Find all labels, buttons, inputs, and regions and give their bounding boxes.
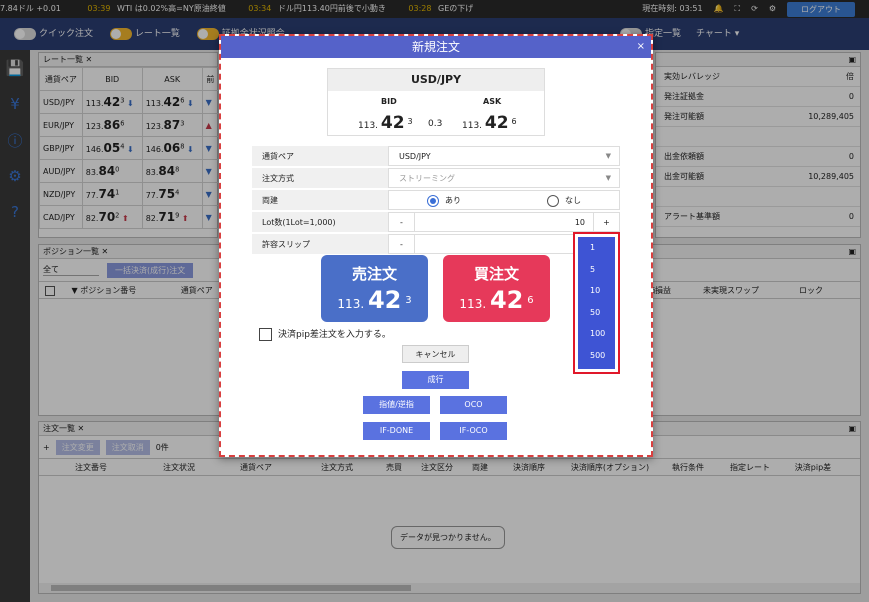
slip-row: 許容スリップ - (252, 234, 620, 255)
lot-options-list: 1 5 10 50 100 500 (578, 237, 615, 369)
dialog-title-bar: 新規注文 × (221, 36, 651, 58)
lot-input[interactable]: 10 (415, 213, 593, 231)
bid-label: BID (381, 97, 397, 106)
hedge-row: 両建 あり なし (252, 190, 620, 211)
lot-row: Lot数(1Lot=1,000) - 10 + (252, 212, 620, 233)
oco-button[interactable]: OCO (440, 396, 507, 414)
lot-options-dropdown: 1 5 10 50 100 500 (573, 232, 620, 374)
spread-value: 0.3 (428, 119, 443, 129)
method-row: 注文方式 ストリーミング ▼ (252, 168, 620, 189)
method-label: 注文方式 (252, 168, 388, 188)
lot-label: Lot数(1Lot=1,000) (252, 212, 388, 232)
lot-option[interactable]: 10 (578, 280, 615, 302)
pair-label: 通貨ペア (252, 146, 388, 166)
ifdone-button[interactable]: IF-DONE (363, 422, 430, 440)
lot-option[interactable]: 500 (578, 345, 615, 367)
quote-pair: USD/JPY (328, 69, 544, 91)
lot-option[interactable]: 5 (578, 259, 615, 281)
checkbox-icon (259, 328, 272, 341)
lot-minus-button[interactable]: - (389, 213, 415, 231)
slip-label: 許容スリップ (252, 234, 388, 254)
cancel-button[interactable]: キャンセル (402, 345, 469, 363)
quote-box: USD/JPY BID ASK 113. 42 3 0.3 113. 42 6 (327, 68, 545, 136)
slip-minus-button[interactable]: - (389, 235, 415, 254)
order-form: 通貨ペア USD/JPY ▼ 注文方式 ストリーミング ▼ 両建 あり なし Lot… (252, 146, 620, 256)
lot-option[interactable]: 50 (578, 302, 615, 324)
chevron-down-icon: ▼ (605, 152, 611, 160)
hedge-options: あり なし (388, 190, 620, 210)
method-select[interactable]: ストリーミング ▼ (388, 168, 620, 188)
chevron-down-icon: ▼ (605, 174, 611, 182)
ask-label: ASK (483, 97, 502, 106)
ask-price: 113. 42 6 (462, 113, 517, 133)
hedge-no-radio[interactable]: なし (547, 191, 581, 210)
pip-checkbox[interactable]: 決済pip差注文を入力する。 (259, 327, 391, 341)
ifoco-button[interactable]: IF-OCO (440, 422, 507, 440)
pair-row: 通貨ペア USD/JPY ▼ (252, 146, 620, 167)
pair-select[interactable]: USD/JPY ▼ (388, 146, 620, 166)
lot-option[interactable]: 1 (578, 237, 615, 259)
lot-plus-button[interactable]: + (593, 213, 619, 231)
bid-price: 113. 42 3 (358, 113, 413, 133)
market-order-button[interactable]: 成行 (402, 371, 469, 389)
lot-option[interactable]: 100 (578, 323, 615, 345)
buy-order-button[interactable]: 買注文 113. 42 6 (443, 255, 550, 322)
radio-icon (547, 194, 559, 207)
radio-icon (427, 194, 439, 207)
limit-stop-button[interactable]: 指値/逆指 (363, 396, 430, 414)
close-dialog-button[interactable]: × (637, 36, 645, 58)
sell-order-button[interactable]: 売注文 113. 42 3 (321, 255, 428, 322)
hedge-yes-radio[interactable]: あり (427, 191, 461, 210)
lot-stepper: - 10 + (388, 212, 620, 232)
dialog-title: 新規注文 (411, 40, 460, 54)
hedge-label: 両建 (252, 190, 388, 210)
